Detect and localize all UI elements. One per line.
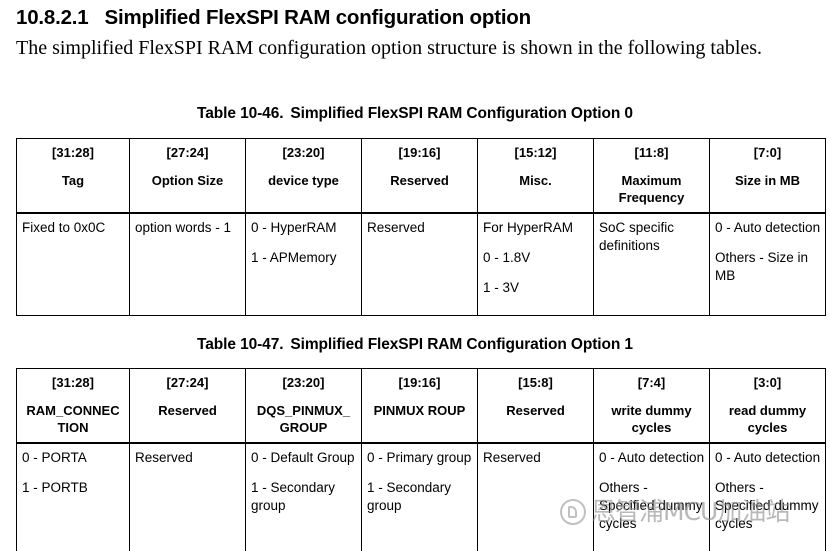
table-cell: Reserved	[477, 442, 594, 551]
column-field-name: device type	[268, 173, 339, 188]
column-header: [19:16] Reserved	[361, 138, 478, 214]
table-header-row: [31:28] RAM_CONNEC TION [27:24] Reserved…	[16, 368, 826, 444]
table-cell: 0 - HyperRAM 1 - APMemory	[245, 212, 362, 316]
section-title: Simplified FlexSPI RAM configuration opt…	[104, 6, 532, 29]
cell-line: 1 - APMemory	[251, 250, 337, 265]
column-field-name: Reserved	[506, 403, 565, 418]
cell-line: 1 - PORTB	[22, 480, 88, 495]
column-bits: [31:28]	[52, 375, 94, 390]
cell-line: 0 - Primary group	[367, 450, 472, 465]
intro-paragraph: The simplified FlexSPI RAM configuration…	[16, 37, 763, 59]
column-header: [3:0] read dummy cycles	[709, 368, 826, 444]
column-field-name: DQS_PINMUX_ GROUP	[256, 403, 351, 435]
column-field-name: RAM_CONNEC TION	[26, 403, 120, 435]
column-bits: [27:24]	[166, 145, 209, 160]
cell-line: Reserved	[483, 450, 541, 465]
cell-line: Reserved	[367, 220, 425, 235]
cell-line: Reserved	[135, 450, 193, 465]
cell-line: 0 - PORTA	[22, 450, 87, 465]
table-cell: SoC specific definitions	[593, 212, 710, 316]
cell-line: 0 - Auto detection	[599, 450, 705, 465]
table-header-row: [31:28] Tag [27:24] Option Size [23:20] …	[16, 138, 826, 214]
table-cell: Reserved	[129, 442, 246, 551]
column-field-name: Tag	[61, 173, 85, 188]
table-caption-title: Simplified FlexSPI RAM Configuration Opt…	[290, 105, 633, 122]
cell-line: 0 - HyperRAM	[251, 220, 337, 235]
table-cell: 0 - Default Group 1 - Secondary group	[245, 442, 362, 551]
table-cell: 0 - Auto detection Others - Specified du…	[593, 442, 710, 551]
column-bits: [7:4]	[637, 375, 666, 390]
column-field-name: Maximum Frequency	[618, 173, 685, 205]
section-heading: 10.8.2.1 Simplified FlexSPI RAM configura…	[16, 6, 531, 30]
column-field-name: read dummy cycles	[728, 403, 807, 435]
cell-line: 0 - Auto detection	[715, 450, 821, 465]
column-bits: [15:12]	[514, 145, 557, 160]
column-header: [7:4] write dummy cycles	[593, 368, 710, 444]
table-cell: 0 - Primary group 1 - Secondary group	[361, 442, 478, 551]
table-caption-option0: Table 10-46. Simplified FlexSPI RAM Confi…	[0, 105, 830, 123]
column-header: [7:0] Size in MB	[709, 138, 826, 214]
table-cell: option words - 1	[129, 212, 246, 316]
column-bits: [15:8]	[518, 375, 553, 390]
column-field-name: PINMUX ROUP	[373, 403, 466, 418]
cell-line: 1 - 3V	[483, 280, 520, 295]
cell-line: For HyperRAM	[483, 220, 574, 235]
column-bits: [3:0]	[753, 375, 782, 390]
cell-line: 0 - Auto detection	[715, 220, 821, 235]
column-header: [23:20] DQS_PINMUX_ GROUP	[245, 368, 362, 444]
column-field-name: Reserved	[158, 403, 217, 418]
column-header: [11:8] Maximum Frequency	[593, 138, 710, 214]
table-cell: 0 - Auto detection Others - Specified du…	[709, 442, 826, 551]
column-field-name: Option Size	[151, 173, 224, 188]
section-number: 10.8.2.1	[16, 6, 89, 29]
column-header: [15:8] Reserved	[477, 368, 594, 444]
table-caption-number: Table 10-46.	[197, 105, 284, 122]
cell-line: Others - Specified dummy cycles	[715, 480, 819, 531]
column-header: [27:24] Option Size	[129, 138, 246, 214]
column-bits: [19:16]	[398, 375, 441, 390]
table-cell: 0 - PORTA 1 - PORTB	[16, 442, 130, 551]
cell-line: 0 - 1.8V	[483, 250, 531, 265]
table-row: Fixed to 0x0C option words - 1 0 - Hyper…	[16, 212, 826, 316]
cell-line: 1 - Secondary group	[367, 480, 452, 513]
column-bits: [31:28]	[52, 145, 94, 160]
cell-line: 0 - Default Group	[251, 450, 355, 465]
column-field-name: Size in MB	[734, 173, 800, 188]
column-bits: [7:0]	[753, 145, 782, 160]
column-header: [31:28] Tag	[16, 138, 130, 214]
cell-line: Others - Size in MB	[715, 250, 809, 283]
column-header: [23:20] device type	[245, 138, 362, 214]
cell-line: 1 - Secondary group	[251, 480, 336, 513]
column-field-name: Misc.	[519, 173, 552, 188]
column-header: [19:16] PINMUX ROUP	[361, 368, 478, 444]
table-cell: For HyperRAM 0 - 1.8V 1 - 3V	[477, 212, 594, 316]
cell-line: Fixed to 0x0C	[22, 220, 106, 235]
cell-line: option words - 1	[135, 220, 232, 235]
table-simplified-flexspi-ram-option0: [31:28] Tag [27:24] Option Size [23:20] …	[16, 138, 826, 316]
table-caption-option1: Table 10-47. Simplified FlexSPI RAM Confi…	[0, 336, 830, 354]
table-cell: 0 - Auto detection Others - Size in MB	[709, 212, 826, 316]
column-bits: [23:20]	[282, 375, 325, 390]
table-row: 0 - PORTA 1 - PORTB Reserved 0 - Default…	[16, 442, 826, 551]
table-caption-number: Table 10-47.	[197, 336, 284, 353]
table-caption-title: Simplified FlexSPI RAM Configuration Opt…	[290, 336, 633, 353]
column-header: [27:24] Reserved	[129, 368, 246, 444]
column-bits: [23:20]	[282, 145, 325, 160]
column-field-name: Reserved	[390, 173, 449, 188]
cell-line: SoC specific definitions	[599, 220, 675, 253]
table-cell: Reserved	[361, 212, 478, 316]
column-header: [15:12] Misc.	[477, 138, 594, 214]
cell-line: Others - Specified dummy cycles	[599, 480, 703, 531]
document-page: 10.8.2.1 Simplified FlexSPI RAM configura…	[0, 0, 830, 551]
column-header: [31:28] RAM_CONNEC TION	[16, 368, 130, 444]
column-field-name: write dummy cycles	[611, 403, 692, 435]
column-bits: [19:16]	[398, 145, 441, 160]
table-cell: Fixed to 0x0C	[16, 212, 130, 316]
column-bits: [27:24]	[166, 375, 209, 390]
table-simplified-flexspi-ram-option1: [31:28] RAM_CONNEC TION [27:24] Reserved…	[16, 368, 826, 551]
column-bits: [11:8]	[634, 145, 669, 160]
